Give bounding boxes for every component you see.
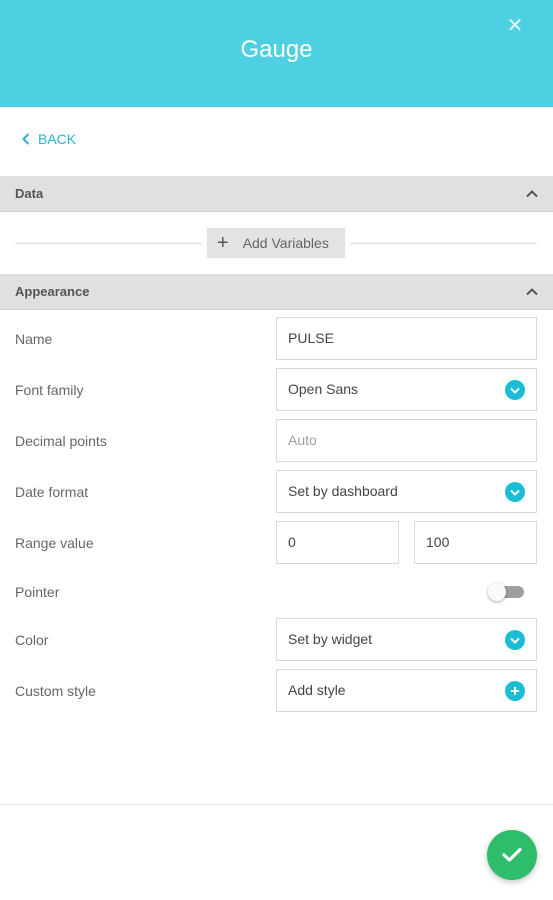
appearance-section-header[interactable]: Appearance — [0, 274, 553, 310]
date-format-label: Date format — [15, 484, 89, 500]
date-format-select[interactable]: Set by dashboard — [276, 470, 537, 513]
pointer-label: Pointer — [15, 584, 60, 600]
font-family-label: Font family — [15, 382, 84, 398]
chevron-up-icon[interactable] — [525, 187, 539, 201]
pointer-toggle[interactable] — [488, 583, 524, 601]
check-icon — [502, 847, 522, 862]
name-input[interactable]: PULSE — [276, 317, 537, 360]
chevron-down-icon[interactable] — [505, 482, 525, 502]
footer-divider — [0, 804, 553, 805]
plus-icon: + — [217, 232, 229, 254]
custom-style-label: Custom style — [15, 683, 96, 699]
divider-right — [350, 243, 537, 244]
back-button[interactable]: BACK — [22, 131, 76, 147]
data-section-title: Data — [15, 186, 44, 201]
date-format-value: Set by dashboard — [288, 483, 398, 499]
chevron-down-icon[interactable] — [505, 630, 525, 650]
color-value: Set by widget — [288, 631, 373, 647]
add-variables-label: Add Variables — [242, 235, 329, 251]
name-label: Name — [15, 331, 53, 347]
font-family-value: Open Sans — [288, 381, 359, 397]
back-label: BACK — [38, 131, 77, 147]
chevron-up-icon[interactable] — [525, 285, 539, 299]
toggle-knob — [488, 583, 506, 601]
divider-left — [15, 243, 202, 244]
range-min-input[interactable]: 0 — [276, 521, 399, 564]
custom-style-value: Add style — [288, 682, 346, 698]
chevron-down-icon[interactable] — [505, 380, 525, 400]
confirm-button[interactable] — [487, 830, 537, 880]
dialog-title: Gauge — [240, 36, 313, 63]
dialog-header: Gauge ✕ — [0, 0, 553, 107]
decimal-points-input[interactable]: Auto — [276, 419, 537, 462]
decimal-points-label: Decimal points — [15, 433, 107, 449]
appearance-section-title: Appearance — [15, 284, 90, 299]
chevron-left-icon — [22, 133, 30, 145]
range-value-label: Range value — [15, 535, 94, 551]
close-icon[interactable]: ✕ — [503, 14, 527, 38]
data-section-header[interactable]: Data — [0, 176, 553, 212]
color-select[interactable]: Set by widget — [276, 618, 537, 661]
color-label: Color — [15, 632, 49, 648]
font-family-select[interactable]: Open Sans — [276, 368, 537, 411]
range-max-input[interactable]: 100 — [414, 521, 537, 564]
plus-icon[interactable] — [505, 681, 525, 701]
custom-style-field[interactable]: Add style — [276, 669, 537, 712]
add-variables-button[interactable]: + Add Variables — [207, 228, 345, 258]
